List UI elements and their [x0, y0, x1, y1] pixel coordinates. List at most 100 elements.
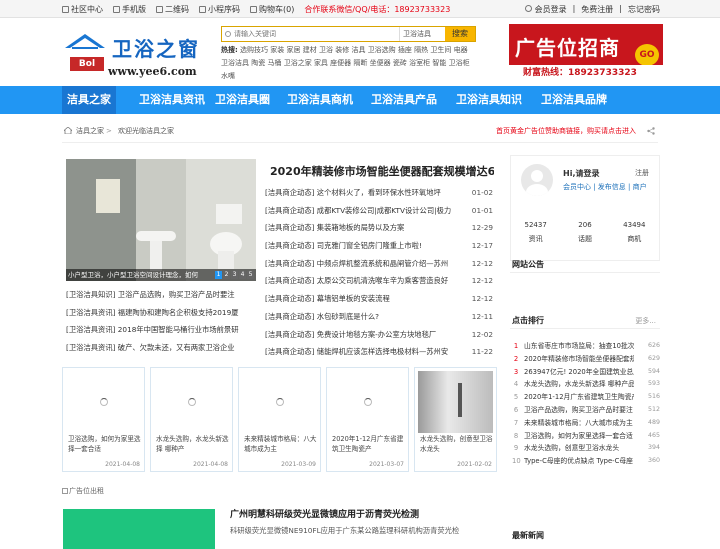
slide-dot[interactable]: 3	[231, 271, 238, 279]
hot-keyword-link[interactable]: 电器	[454, 46, 468, 54]
register-link[interactable]: 注册	[635, 168, 649, 178]
article-card[interactable]: 2020年1-12月广东省建筑卫生陶瓷产 2021-03-07	[326, 367, 409, 472]
hot-keyword-link[interactable]: 卫浴洁具	[221, 59, 251, 67]
article-card[interactable]: 未来精装城市格局：八大城市成为主 2021-03-09	[238, 367, 321, 472]
bottom-article-title[interactable]: 广州明慧科研级荧光显微镜应用于沥青荧光检测	[230, 507, 500, 520]
hot-keyword-link[interactable]: 水嘴	[221, 72, 235, 80]
mobile-icon	[113, 6, 120, 13]
card-date: 2021-04-08	[105, 461, 140, 468]
hot-keyword-link[interactable]: 隔断	[353, 59, 369, 67]
hot-keyword-link[interactable]: 隔热	[414, 46, 430, 54]
hot-keyword-link[interactable]: 卫生间	[430, 46, 453, 54]
headline-link[interactable]: 2020年精装修市场智能坐便器配套规模增达6	[270, 163, 494, 179]
news-row[interactable]: [洁具商企动态] 水包砂到底是什么? 12-11	[265, 308, 493, 326]
rank-item[interactable]: 1 山东省枣庄市市场监局：抽查10批次节 626	[512, 340, 660, 353]
hot-keyword-link[interactable]: 插座	[398, 46, 414, 54]
hot-keyword-link[interactable]: 家居	[287, 46, 303, 54]
news-row[interactable]: [洁具商企动态] 储能焊机应该怎样选择电极材料—苏州安 11-22	[265, 343, 493, 361]
hot-keyword-link[interactable]: 马桶	[267, 59, 283, 67]
slide-dot[interactable]: 1	[215, 271, 222, 279]
news-row[interactable]: [洁具商企动态] 司克雅门窗全铝房门隆重上市啦! 12-17	[265, 237, 493, 255]
ad-placeholder[interactable]: 广告位出租	[62, 486, 104, 496]
slide-dot[interactable]: 5	[247, 271, 254, 279]
login-link[interactable]: 会员登录	[525, 4, 567, 15]
rank-item[interactable]: 7 未来精装城市格局：八大城市成为主 489	[512, 417, 660, 430]
hot-keyword-link[interactable]: 座便器	[330, 59, 353, 67]
cart-link[interactable]: 购物车(0)	[250, 4, 294, 15]
article-card[interactable]: 卫浴选购，如何为家里选择一套合适 2021-04-08	[62, 367, 145, 472]
sponsor-link[interactable]: 首页黄金广告位赞助商链接，购买请点击进入	[496, 119, 636, 143]
news-row[interactable]: [洁具商企动态] 中频点焊机整流系统和晶闸管介绍—苏州 12-12	[265, 255, 493, 273]
nav-news[interactable]: 卫浴洁具资讯	[134, 86, 210, 114]
login-greeting[interactable]: Hi,请登录	[563, 168, 599, 179]
hot-keyword-link[interactable]: 卫浴柜	[449, 59, 470, 67]
rank-item[interactable]: 9 水龙头选购，创意型卫浴水龙头 394	[512, 442, 660, 455]
rank-item[interactable]: 5 2020年1-12月广东省建筑卫生陶瓷产 516	[512, 391, 660, 404]
news-row[interactable]: [洁具商企动态] 太原公交司机清洗喉车辛为乘客营造良好 12-12	[265, 272, 493, 290]
user-links[interactable]: 会员中心 | 发布信息 | 商户	[563, 182, 647, 192]
breadcrumb-home[interactable]: 洁具之家	[76, 119, 104, 143]
stat-news[interactable]: 52437 资讯	[511, 218, 560, 246]
rank-item[interactable]: 4 水龙头选购，水龙头新选择 哪种产品 593	[512, 378, 660, 391]
user-icon	[525, 5, 533, 12]
register-link[interactable]: 免费注册	[581, 4, 613, 15]
hot-keyword-link[interactable]: 家具	[314, 59, 330, 67]
nav-home[interactable]: 洁具之家	[62, 86, 116, 114]
hot-keyword-link[interactable]: 坐便器	[370, 59, 393, 67]
avatar[interactable]	[521, 164, 553, 196]
rank-item[interactable]: 10 Type-C母座的优点缺点 Type-C母座 360	[512, 455, 660, 468]
featured-slideshow[interactable]: 小户型卫浴，小户型卫浴空间设计理念，如何 1 2 3 4 5	[66, 159, 256, 281]
news-row[interactable]: [洁具商企动态] 这个材料火了，看到环保水性环氧地坪 01-02	[265, 184, 493, 202]
rank-item[interactable]: 8 卫浴选购，如何为家里选择一套合适 465	[512, 430, 660, 443]
faucet-photo	[418, 371, 493, 433]
hot-keyword-link[interactable]: 选购技巧	[240, 46, 270, 54]
hot-keyword-link[interactable]: 卫浴	[319, 46, 335, 54]
stat-business[interactable]: 43494 商机	[610, 218, 659, 246]
hot-keyword-link[interactable]: 建材	[303, 46, 319, 54]
list-item[interactable]: [卫浴洁具资讯] 2018年中国智能马桶行业市场前景研	[66, 321, 262, 339]
news-row[interactable]: [洁具商企动态] 集装箱地板的局势以及方案 12-29	[265, 219, 493, 237]
hot-keyword-link[interactable]: 瓷砖	[393, 59, 409, 67]
qrcode-link[interactable]: 二维码	[156, 4, 189, 15]
hot-keyword-link[interactable]: 装修	[335, 46, 351, 54]
news-row[interactable]: [洁具商企动态] 幕墙铝单板的安装流程 12-12	[265, 290, 493, 308]
hot-keyword-link[interactable]: 智能	[432, 59, 448, 67]
ad-banner[interactable]: 广告位招商 GO 财富热线：18923733323	[509, 24, 663, 82]
news-row[interactable]: [洁具商企动态] 免费设计地毯方案-办公室方块地毯厂 12-02	[265, 326, 493, 344]
rank-item[interactable]: 2 2020年精装修市场智能坐便器配套规 629	[512, 353, 660, 366]
article-card[interactable]: 水龙头选购，创意型卫浴水龙头 2021-02-02	[414, 367, 497, 472]
nav-business[interactable]: 卫浴洁具商机	[282, 86, 358, 114]
rank-item[interactable]: 6 卫浴产品选购，购买卫浴产品时要注 512	[512, 404, 660, 417]
list-item[interactable]: [卫浴洁具知识] 卫浴产品选购，购买卫浴产品时要注	[66, 286, 262, 304]
search-input[interactable]	[222, 27, 399, 41]
hot-keyword-link[interactable]: 陶瓷	[251, 59, 267, 67]
list-item[interactable]: [卫浴洁具资讯] 福建陶协和建陶名企积极支持2019厦	[66, 304, 262, 322]
share-icon[interactable]	[647, 127, 655, 135]
hot-keyword-link[interactable]: 卫浴选购	[368, 46, 398, 54]
hot-keyword-link[interactable]: 家装	[270, 46, 286, 54]
miniprogram-link[interactable]: 小程序码	[199, 4, 240, 15]
article-image[interactable]	[63, 509, 215, 549]
community-link[interactable]: 社区中心	[62, 4, 103, 15]
mobile-link[interactable]: 手机版	[113, 4, 146, 15]
hot-keyword-link[interactable]: 洁具	[351, 46, 367, 54]
list-item[interactable]: [卫浴洁具资讯] 破产、欠款未还，又有两家卫浴企业	[66, 339, 262, 357]
rank-more-link[interactable]: 更多...	[635, 316, 656, 326]
nav-knowledge[interactable]: 卫浴洁具知识	[451, 86, 527, 114]
nav-products[interactable]: 卫浴洁具产品	[366, 86, 442, 114]
forgot-password-link[interactable]: 忘记密码	[628, 4, 660, 15]
slide-pager: 1 2 3 4 5	[215, 271, 254, 279]
nav-brands[interactable]: 卫浴洁具品牌	[536, 86, 612, 114]
article-card[interactable]: 水龙头选购，水龙头新选择 哪种产 2021-04-08	[150, 367, 233, 472]
search-button[interactable]: 搜索	[445, 27, 475, 41]
slide-dot[interactable]: 2	[223, 271, 230, 279]
site-logo[interactable]: Bol 卫浴之窗 www.yee6.com	[62, 27, 202, 83]
search-category-select[interactable]: 卫浴洁具	[399, 27, 445, 41]
nav-circle[interactable]: 卫浴洁具圈	[210, 86, 275, 114]
hot-keyword-link[interactable]: 卫浴之家	[284, 59, 314, 67]
stat-topics[interactable]: 206 话题	[560, 218, 609, 246]
rank-item[interactable]: 3 263947亿元! 2020年全国建筑业总产 594	[512, 366, 660, 379]
news-row[interactable]: [洁具商企动态] 成都KTV装修公司|成都KTV设计公司|极力 01-01	[265, 202, 493, 220]
slide-dot[interactable]: 4	[239, 271, 246, 279]
hot-keyword-link[interactable]: 浴室柜	[409, 59, 432, 67]
